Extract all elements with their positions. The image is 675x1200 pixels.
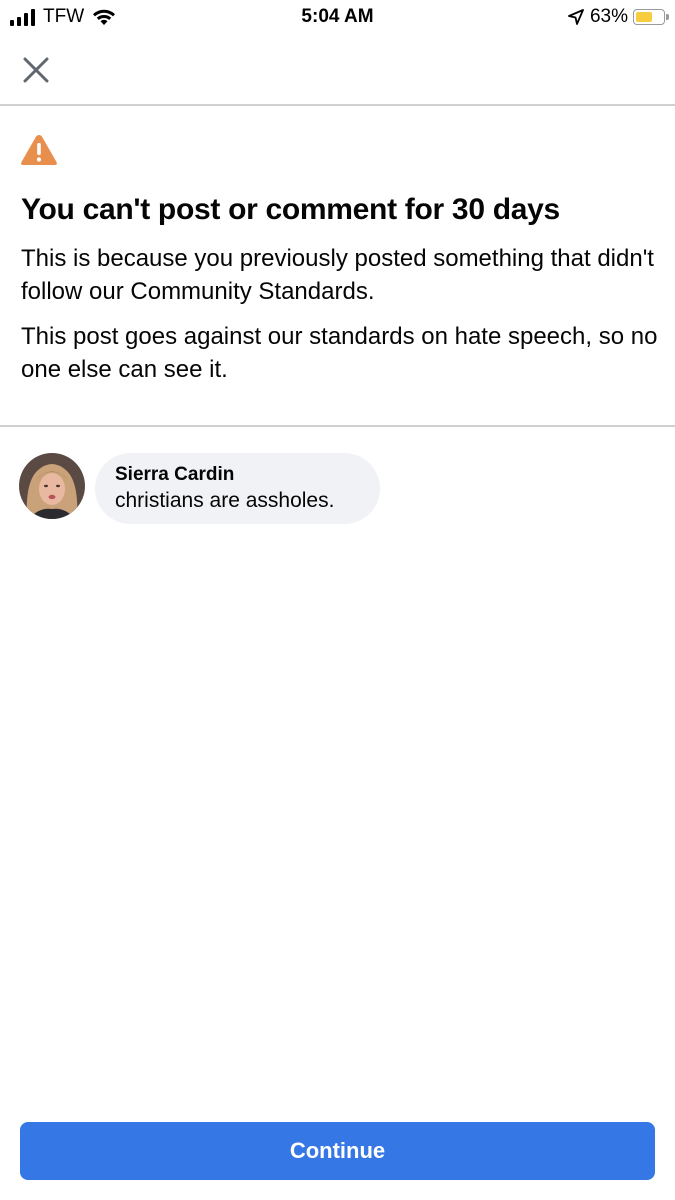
page-title: You can't post or comment for 30 days	[21, 193, 560, 226]
battery-percent: 63%	[589, 6, 628, 27]
comment-text: christians are assholes.	[115, 489, 335, 512]
comment-author[interactable]: Sierra Cardin	[115, 463, 360, 487]
warning-triangle-icon	[21, 135, 57, 165]
profile-photo	[19, 453, 85, 519]
battery-icon	[633, 9, 669, 25]
content-divider	[0, 425, 675, 427]
header-divider	[0, 104, 675, 106]
comment-bubble[interactable]: Sierra Cardin christians are assholes.	[95, 453, 380, 524]
close-icon	[23, 57, 49, 83]
close-button[interactable]	[18, 52, 54, 88]
avatar	[19, 453, 85, 519]
status-right: 63%	[568, 6, 669, 28]
continue-button[interactable]: Continue	[20, 1122, 655, 1180]
explanation-text: This is because you previously posted so…	[21, 245, 654, 305]
location-arrow-icon	[568, 9, 584, 25]
status-bar: TFW 5:04 AM 63%	[0, 0, 675, 34]
policy-text: This post goes against our standards on …	[21, 323, 658, 383]
battery-level-fill	[636, 12, 652, 22]
